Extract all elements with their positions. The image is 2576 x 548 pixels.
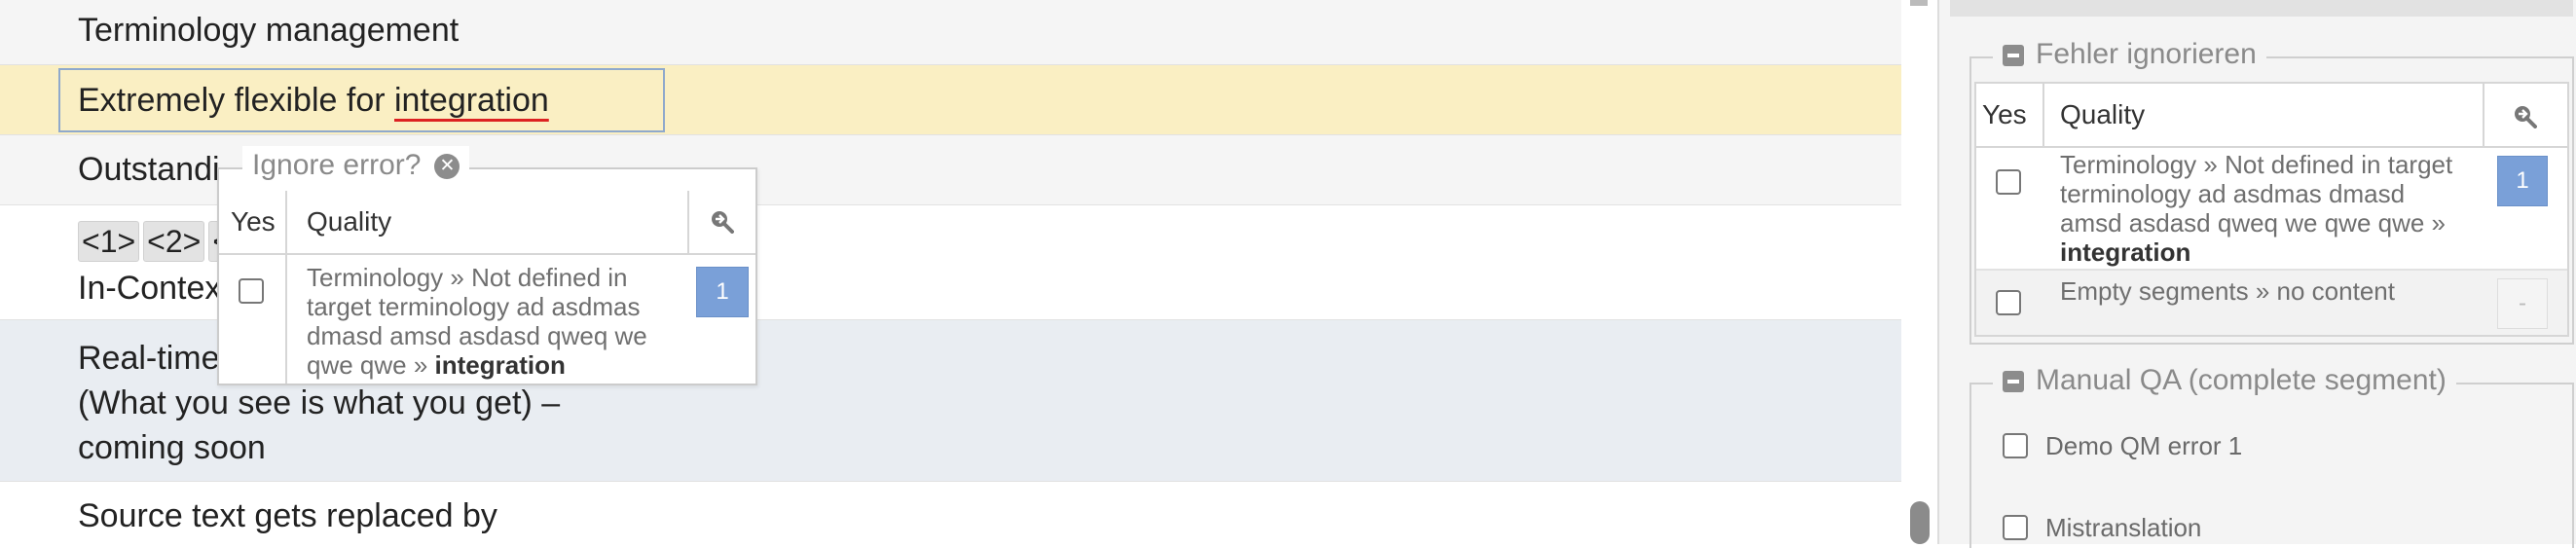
panel-header-bar: [1950, 0, 2573, 17]
ignore-errors-fieldset: Fehler ignorieren Yes Quality Terminolog…: [1969, 35, 2574, 345]
inline-tag[interactable]: <2>: [143, 221, 205, 262]
divider: [2042, 84, 2044, 146]
manual-qa-fieldset: Manual QA (complete segment) Demo QM err…: [1969, 361, 2574, 548]
segment-row[interactable]: Source text gets replaced by: [0, 482, 1901, 544]
qa-checkbox[interactable]: [2003, 515, 2028, 540]
search-plus-icon[interactable]: [2512, 103, 2537, 128]
inline-tag[interactable]: <1>: [78, 221, 140, 262]
segment-tags: <1><2><: [78, 219, 239, 264]
collapse-icon[interactable]: [2003, 371, 2024, 393]
occurrence-count-button[interactable]: 1: [696, 267, 749, 317]
fieldset-legend[interactable]: Manual QA (complete segment): [1993, 361, 2456, 400]
divider: [1976, 146, 2567, 148]
column-header-yes: Yes: [231, 206, 276, 237]
ignore-checkbox[interactable]: [1996, 169, 2021, 195]
scrollbar-track[interactable]: [1901, 0, 1938, 544]
fieldset-title: Manual QA (complete segment): [2036, 364, 2447, 396]
quality-entry-text: Terminology » Not defined in target term…: [2060, 150, 2453, 237]
occurrence-count-button: -: [2497, 278, 2548, 329]
segment-text: Source text gets replaced by: [78, 497, 497, 534]
segment-text: Outstandi: [78, 151, 220, 188]
popup-title: Ignore error?: [252, 149, 422, 181]
column-header-yes: Yes: [1982, 99, 2027, 129]
segment-text-line1: Real-time: [78, 340, 220, 377]
segment-text-line3: coming soon: [78, 429, 266, 466]
column-header-quality[interactable]: Quality: [307, 206, 391, 237]
collapse-icon[interactable]: [2003, 45, 2024, 67]
ignore-checkbox[interactable]: [239, 278, 264, 304]
qa-item-label[interactable]: Mistranslation: [2045, 513, 2201, 543]
fieldset-title: Fehler ignorieren: [2036, 38, 2257, 70]
divider: [2483, 84, 2484, 146]
segment-text-line2: (What you see is what you get) –: [78, 384, 561, 421]
segment-row-active[interactable]: Extremely flexible for integration: [0, 65, 1901, 135]
fieldset-legend[interactable]: Fehler ignorieren: [1993, 35, 2266, 74]
quality-entry: Terminology » Not defined in target term…: [2060, 150, 2469, 267]
divider: [687, 191, 689, 253]
ignore-error-popup: Ignore error? ✕ Yes Quality Terminology »…: [217, 146, 757, 385]
divider: [219, 253, 755, 255]
scrollbar-thumb[interactable]: [1910, 501, 1930, 544]
search-plus-icon[interactable]: [709, 208, 734, 234]
column-header-quality[interactable]: Quality: [2060, 99, 2145, 130]
close-icon[interactable]: ✕: [434, 154, 460, 180]
flagged-term[interactable]: integration: [394, 82, 549, 119]
segment-row[interactable]: Terminology management: [0, 0, 1901, 65]
quality-entry-term: integration: [434, 350, 566, 380]
qa-item-label[interactable]: Demo QM error 1: [2045, 431, 2242, 461]
quality-entry-text: Empty segments » no content: [2060, 276, 2395, 306]
quality-entry: Terminology » Not defined in target term…: [307, 263, 677, 380]
ignore-checkbox[interactable]: [1996, 290, 2021, 315]
segment-editor[interactable]: Extremely flexible for integration: [58, 68, 665, 132]
segment-text: Terminology management: [78, 12, 460, 49]
quality-entry-term: integration: [2060, 237, 2191, 267]
ignore-table: Yes Quality Terminology » Not defined in…: [1974, 82, 2569, 337]
popup-legend: Ignore error? ✕: [242, 146, 470, 185]
editor-text-plain: Extremely flexible for: [78, 82, 394, 119]
divider: [285, 191, 287, 384]
qa-checkbox[interactable]: [2003, 433, 2028, 458]
occurrence-count-button[interactable]: 1: [2497, 156, 2548, 206]
scrollbar-top-nub[interactable]: [1910, 0, 1928, 6]
editor-text: Extremely flexible for integration: [78, 78, 549, 123]
segment-text: In-Contex: [78, 270, 222, 307]
